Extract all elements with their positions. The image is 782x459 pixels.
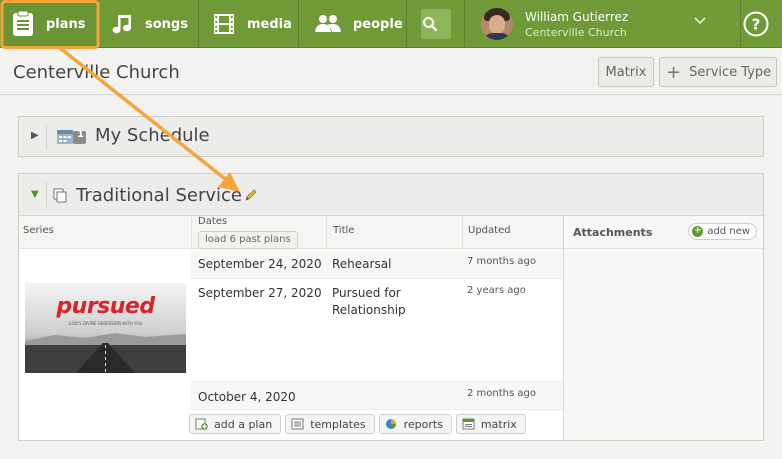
service-actions: add a plan templates reports matrix (189, 414, 530, 434)
series-image-subtitle: GOD'S DIVINE OBSESSION WITH YOU (68, 321, 143, 326)
chevron-down-icon (694, 17, 706, 25)
add-attachment-button[interactable]: + add new (688, 223, 757, 240)
matrix-action-label: matrix (480, 417, 517, 431)
col-dates: Dates load 6 past plans (191, 216, 326, 249)
avatar (481, 8, 513, 40)
add-plan-label: add a plan (214, 417, 273, 431)
plan-title[interactable]: Pursued for Relationship (332, 285, 422, 319)
matrix-icon (462, 418, 475, 430)
col-updated: Updated (462, 216, 563, 249)
plus-icon: + (666, 61, 682, 83)
nav-people[interactable]: people (299, 0, 407, 48)
help-button[interactable]: ? (741, 0, 782, 48)
load-past-plans-button[interactable]: load 6 past plans (198, 231, 298, 249)
reports-label: reports (403, 417, 443, 431)
page-title: Centerville Church (13, 62, 180, 83)
expand-arrow-icon[interactable]: ▶ (31, 130, 39, 141)
help-icon: ? (743, 11, 768, 37)
attachments-panel: Attachments + add new (563, 216, 763, 440)
table-row[interactable]: October 4, 2020 2 months ago (191, 382, 563, 410)
add-plan-button[interactable]: add a plan (189, 414, 282, 434)
series-image-title: pursued (56, 294, 155, 319)
add-new-label: add new (707, 226, 750, 237)
attachments-header: Attachments + add new (564, 216, 763, 249)
matrix-button[interactable]: Matrix (598, 57, 654, 87)
plans-table: Series Dates load 6 past plans Title Upd… (19, 215, 763, 440)
add-icon: + (692, 225, 704, 237)
nav-plans-label: plans (46, 16, 86, 32)
col-title: Title (326, 216, 462, 249)
user-name: William Gutierrez (525, 9, 629, 24)
service-type-label: Service Type (689, 64, 772, 80)
collapse-arrow-icon[interactable]: ▼ (31, 189, 39, 200)
user-menu[interactable]: William Gutierrez Centerville Church (465, 0, 741, 48)
plan-date[interactable]: September 27, 2020 (198, 286, 322, 300)
templates-label: templates (310, 417, 366, 431)
plan-updated: 2 years ago (467, 285, 526, 296)
plan-date[interactable]: October 4, 2020 (198, 390, 296, 404)
user-org: Centerville Church (525, 25, 627, 39)
table-row[interactable]: September 27, 2020 Pursued for Relations… (191, 279, 563, 382)
people-icon (315, 15, 341, 32)
service-type-section: ▼ Traditional Service Series Dates load … (18, 173, 764, 441)
my-schedule-section: ▶ 1 My Schedule (18, 116, 764, 157)
schedule-title[interactable]: My Schedule (95, 125, 210, 146)
service-title[interactable]: Traditional Service (76, 185, 242, 206)
matrix-action-button[interactable]: matrix (455, 414, 526, 434)
plan-updated: 7 months ago (467, 256, 536, 267)
svg-text:?: ? (751, 16, 760, 34)
pie-chart-icon (385, 419, 396, 429)
add-plan-icon (195, 418, 208, 430)
table-row[interactable]: September 24, 2020 Rehearsal 7 months ag… (191, 249, 563, 279)
music-note-icon (112, 15, 131, 34)
schedule-badge: 1 (77, 129, 84, 140)
nav-people-label: people (353, 16, 403, 32)
search-button[interactable] (407, 0, 465, 48)
pencil-icon[interactable] (244, 188, 258, 202)
plan-updated: 2 months ago (467, 388, 536, 399)
film-icon (214, 14, 234, 34)
plan-title[interactable]: Rehearsal (332, 256, 422, 273)
plans-icon (13, 11, 33, 36)
nav-plans[interactable]: plans (0, 0, 99, 48)
templates-icon (291, 418, 304, 430)
attachments-label: Attachments (573, 226, 653, 239)
col-dates-label: Dates (198, 216, 228, 227)
nav-media[interactable]: media (199, 0, 299, 48)
copy-icon (53, 188, 67, 203)
nav-songs-label: songs (145, 16, 188, 32)
col-series: Series (19, 216, 191, 249)
page-header: Centerville Church Matrix + Service Type (0, 49, 782, 95)
templates-button[interactable]: templates (285, 414, 375, 434)
top-nav: plans songs media people William Gutierr… (0, 0, 782, 48)
plan-date[interactable]: September 24, 2020 (198, 257, 322, 271)
nav-media-label: media (247, 16, 292, 32)
reports-button[interactable]: reports (378, 414, 452, 434)
search-icon (420, 9, 451, 39)
series-image[interactable]: pursued GOD'S DIVINE OBSESSION WITH YOU (25, 283, 186, 373)
nav-songs[interactable]: songs (99, 0, 199, 48)
add-service-type-button[interactable]: + Service Type (659, 57, 777, 87)
